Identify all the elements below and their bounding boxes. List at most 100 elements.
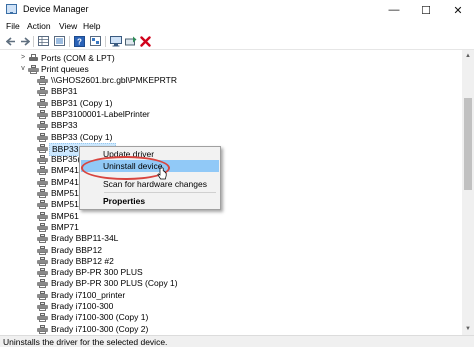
print-queue-label: \\GHOS2601.brc.gbl\PMKEPRTR xyxy=(51,75,177,85)
printer-icon xyxy=(37,177,48,187)
print-queue-label: BBP33 (Copy 1) xyxy=(51,131,113,142)
print-queue-item[interactable]: \\GHOS2601.brc.gbl\PMKEPRTR xyxy=(0,75,462,86)
print-queue-label: Brady i7100_printer xyxy=(51,289,126,300)
print-queue-item[interactable]: Brady BP-PR 300 PLUS xyxy=(0,267,462,278)
ports-icon xyxy=(28,54,39,63)
menu-file[interactable]: File xyxy=(6,21,20,31)
printer-icon xyxy=(37,268,48,278)
print-queue-label: Brady BBP12 #2 xyxy=(51,255,114,266)
tree-node-ports[interactable]: > Ports (COM & LPT) xyxy=(0,53,462,64)
print-queue-label: BBP31 (Copy 1) xyxy=(51,97,113,108)
scan-hardware-icon[interactable] xyxy=(124,35,137,47)
print-queue-label: BMP41 xyxy=(51,165,79,176)
menu-action[interactable]: Action xyxy=(27,21,51,31)
print-queue-label: BMP61 xyxy=(51,210,79,221)
scrollbar-thumb[interactable] xyxy=(464,98,472,190)
print-queue-item[interactable]: BMP61 xyxy=(0,211,462,222)
printer-icon xyxy=(37,211,48,221)
scroll-up-arrow-icon[interactable]: ▲ xyxy=(462,50,474,62)
printer-icon xyxy=(37,132,48,142)
print-queue-label: Brady BBP12 xyxy=(51,244,103,255)
status-bar: Uninstalls the driver for the selected d… xyxy=(0,335,474,347)
print-queue-item[interactable]: BBP31 (Copy 1) xyxy=(0,98,462,109)
scroll-down-arrow-icon[interactable]: ▼ xyxy=(462,323,474,335)
help-icon[interactable]: ? xyxy=(73,35,86,47)
printer-icon xyxy=(37,256,48,266)
tree-node-print-queues[interactable]: v Print queues xyxy=(0,64,462,75)
vertical-scrollbar[interactable]: ▲ ▼ xyxy=(462,50,474,335)
print-queue-label: BBP3100001-LabelPrinter xyxy=(51,108,150,119)
print-queue-label: Brady i7100-300 (Copy 1) xyxy=(51,312,149,323)
properties-grid-icon[interactable] xyxy=(37,35,50,47)
print-queue-item[interactable]: BBP33 (Copy 1) xyxy=(0,132,462,143)
properties-menu-item[interactable]: Properties xyxy=(81,195,219,207)
printer-icon xyxy=(37,121,48,131)
view-icon[interactable] xyxy=(89,35,102,47)
tree-node-label: Ports (COM & LPT) xyxy=(41,53,115,63)
device-list-icon[interactable] xyxy=(53,35,66,47)
printer-icon xyxy=(37,189,48,198)
menu-divider xyxy=(104,192,216,193)
title-bar: Device Manager — ☐ ✕ xyxy=(0,0,474,20)
mouse-pointer-icon xyxy=(157,167,167,180)
maximize-button[interactable]: ☐ xyxy=(410,0,442,20)
toolbar-separator xyxy=(69,36,70,47)
svg-text:?: ? xyxy=(77,37,82,46)
print-queue-item[interactable]: BMP71 xyxy=(0,222,462,233)
menu-bar: File Action View Help xyxy=(0,20,474,33)
printer-icon xyxy=(37,143,48,153)
print-queue-item[interactable]: Brady i7100_printer xyxy=(0,290,462,301)
print-queue-item[interactable]: Brady i7100-300 xyxy=(0,301,462,312)
printer-icon xyxy=(37,109,48,119)
print-queue-item[interactable]: BBP31 xyxy=(0,86,462,97)
toolbar-separator xyxy=(33,36,34,47)
print-queue-item[interactable]: BMP51(2 xyxy=(0,188,462,199)
print-queue-item[interactable]: Brady BP-PR 300 PLUS (Copy 1) xyxy=(0,278,462,289)
printer-icon xyxy=(37,302,48,311)
back-icon[interactable] xyxy=(4,35,17,47)
print-queue-item[interactable]: BBP3100001-LabelPrinter xyxy=(0,109,462,120)
print-queue-label: Brady BP-PR 300 PLUS xyxy=(51,267,143,278)
print-queue-label: BBP31 xyxy=(51,86,78,97)
forward-icon[interactable] xyxy=(18,35,31,47)
close-button[interactable]: ✕ xyxy=(442,0,474,20)
print-queue-item[interactable]: Brady BBP12 xyxy=(0,245,462,256)
print-queue-item[interactable]: BBP33 xyxy=(0,120,462,131)
print-queue-label: BBP33 xyxy=(51,120,78,131)
uninstall-icon[interactable] xyxy=(139,35,152,47)
scan-hardware-menu-item[interactable]: Scan for hardware changes xyxy=(81,178,219,190)
print-queue-label: Brady i7100-300 xyxy=(51,301,114,311)
printer-icon xyxy=(37,166,48,176)
print-queue-item[interactable]: Brady i7100-300 (Copy 2) xyxy=(0,324,462,335)
print-queue-item[interactable]: BMP51 (C xyxy=(0,199,462,210)
print-queue-label: Brady i7100-300 (Copy 2) xyxy=(51,323,149,334)
printer-icon xyxy=(37,155,48,165)
printer-icon xyxy=(37,279,48,289)
print-queue-label: Brady BP-PR 300 PLUS (Copy 1) xyxy=(51,278,178,289)
print-queue-item[interactable]: BMP41 xyxy=(0,165,462,176)
menu-view[interactable]: View xyxy=(59,21,77,31)
toolbar-separator xyxy=(105,36,106,47)
print-queue-item[interactable]: BMP41 (C xyxy=(0,177,462,188)
print-queue-label: Brady BBP11-34L xyxy=(51,233,119,244)
printer-icon xyxy=(37,87,48,97)
printer-icon xyxy=(37,324,48,334)
tree-node-label: Print queues xyxy=(41,64,89,74)
print-queue-item[interactable]: BBP33 (Copy 2) xyxy=(0,142,462,156)
printer-icon xyxy=(37,313,48,323)
print-queue-item[interactable]: Brady i7100-300 (Copy 1) xyxy=(0,312,462,323)
device-manager-app-icon xyxy=(6,4,17,14)
chevron-right-icon[interactable]: > xyxy=(19,53,27,63)
printer-icon xyxy=(37,200,48,210)
minimize-button[interactable]: — xyxy=(378,0,410,20)
print-queue-item[interactable]: Brady BBP11-34L xyxy=(0,233,462,244)
window-title: Device Manager xyxy=(23,4,89,14)
toolbar: ? xyxy=(0,33,474,50)
monitor-icon[interactable] xyxy=(109,35,122,47)
print-queue-label: BMP71 xyxy=(51,221,79,232)
print-queue-item[interactable]: Brady BBP12 #2 xyxy=(0,256,462,267)
menu-help[interactable]: Help xyxy=(83,21,100,31)
printer-icon xyxy=(37,245,48,255)
print-queue-item[interactable]: BBP35(2 xyxy=(0,154,462,165)
chevron-down-icon[interactable]: v xyxy=(19,64,27,74)
